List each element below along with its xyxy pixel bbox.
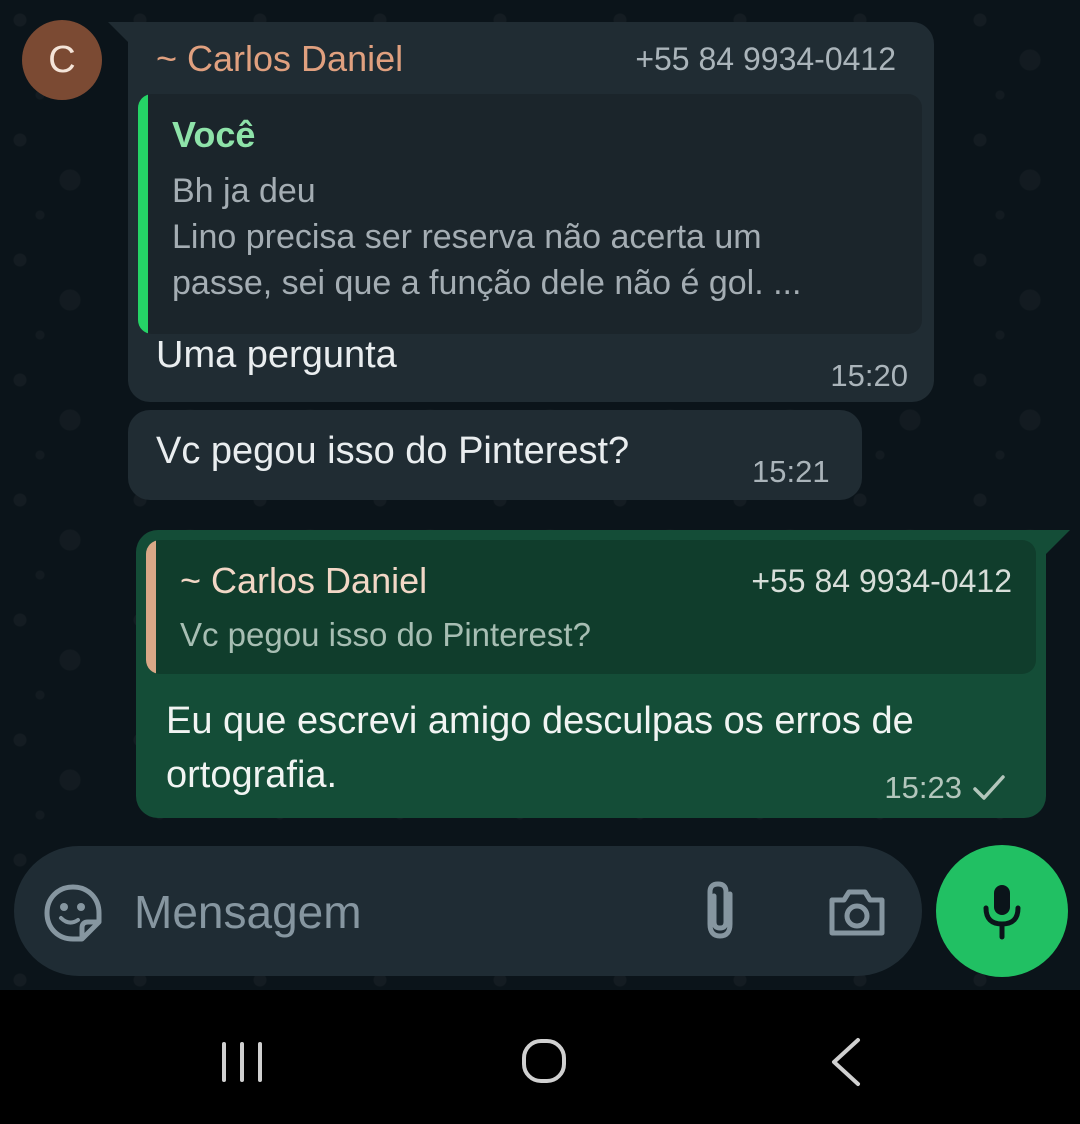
sender-phone[interactable]: +55 84 9934-0412 (635, 41, 896, 78)
quoted-message[interactable]: ~ Carlos Daniel +55 84 9934-0412 Vc pego… (146, 540, 1036, 674)
sticker-icon[interactable] (42, 882, 104, 944)
message-input[interactable] (134, 880, 654, 944)
message-time: 15:21 (752, 454, 830, 489)
quote-sender-name: ~ Carlos Daniel (180, 560, 428, 601)
incoming-message-2[interactable]: Vc pegou isso do Pinterest? 15:21 (128, 410, 862, 500)
avatar-letter: C (48, 38, 76, 81)
message-meta: 15:23 (884, 770, 1006, 806)
quote-sender-phone: +55 84 9934-0412 (751, 562, 1012, 599)
message-text: Vc pegou isso do Pinterest? (156, 430, 630, 472)
quote-text: Bh ja deu Lino precisa ser reserva não a… (172, 172, 802, 302)
message-text: Eu que escrevi amigo desculpas os erros … (166, 700, 914, 796)
message-time: 15:23 (884, 770, 962, 805)
message-time: 15:20 (830, 358, 908, 393)
home-icon[interactable] (520, 1036, 568, 1086)
quote-accent-bar (146, 540, 156, 674)
paperclip-icon[interactable] (694, 878, 746, 944)
outgoing-message-1[interactable]: ~ Carlos Daniel +55 84 9934-0412 Vc pego… (136, 530, 1046, 818)
camera-icon[interactable] (826, 886, 888, 938)
single-check-icon (973, 775, 1005, 800)
quote-text: Vc pegou isso do Pinterest? (180, 616, 591, 653)
voice-message-button[interactable] (936, 845, 1068, 977)
incoming-bubble-tail (108, 22, 130, 44)
back-icon[interactable] (828, 1036, 864, 1088)
quote-sender-row: ~ Carlos Daniel +55 84 9934-0412 (180, 560, 1012, 602)
outgoing-bubble-tail (1046, 530, 1070, 554)
message-composer (14, 846, 922, 976)
quote-author: Você (172, 114, 256, 155)
incoming-message-1[interactable]: ~ Carlos Daniel +55 84 9934-0412 Você Bh… (128, 22, 934, 402)
quote-accent-bar (138, 94, 148, 334)
microphone-icon (983, 885, 1021, 940)
quoted-message[interactable]: Você Bh ja deu Lino precisa ser reserva … (138, 94, 922, 334)
contact-avatar[interactable]: C (22, 20, 102, 100)
sender-name[interactable]: ~ Carlos Daniel (156, 38, 403, 80)
sender-row: ~ Carlos Daniel +55 84 9934-0412 (156, 38, 896, 80)
message-text: Uma pergunta (156, 334, 397, 376)
recent-apps-icon[interactable] (218, 1040, 266, 1084)
chat-area[interactable]: C ~ Carlos Daniel +55 84 9934-0412 Você … (0, 0, 1080, 990)
